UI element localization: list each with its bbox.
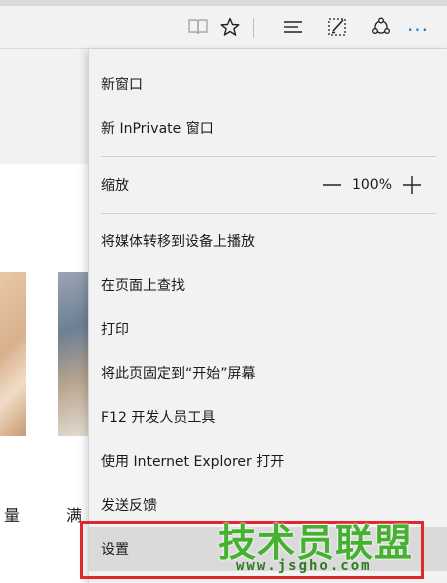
menu-item-label: 新窗口 <box>101 77 143 93</box>
page-thumbnail-image[interactable] <box>0 272 26 436</box>
zoom-control: 100% <box>318 163 426 207</box>
menu-item-find-on-page[interactable]: 在页面上查找 <box>89 263 447 307</box>
hub-icon[interactable] <box>278 12 308 42</box>
favorite-star-icon[interactable] <box>215 12 245 42</box>
menu-item-label: 新 InPrivate 窗口 <box>101 121 214 137</box>
menu-item-label: 将媒体转移到设备上播放 <box>101 234 255 250</box>
share-icon[interactable] <box>366 12 396 42</box>
menu-item-developer-tools[interactable]: F12 开发人员工具 <box>89 395 447 439</box>
menu-item-label: 将此页固定到“开始”屏幕 <box>101 366 256 382</box>
menu-item-label: 发送反馈 <box>101 498 157 514</box>
menu-item-zoom: 缩放 100% <box>89 163 447 207</box>
web-note-icon[interactable] <box>322 12 352 42</box>
menu-item-new-window[interactable]: 新窗口 <box>89 62 447 106</box>
menu-item-label: 使用 Internet Explorer 打开 <box>101 454 285 470</box>
browser-toolbar: ··· <box>0 6 447 49</box>
menu-item-pin-to-start[interactable]: 将此页固定到“开始”屏幕 <box>89 351 447 395</box>
menu-item-print[interactable]: 打印 <box>89 307 447 351</box>
zoom-level-value: 100% <box>351 177 393 193</box>
menu-item-label: 在页面上查找 <box>101 278 185 294</box>
menu-separator <box>101 156 436 157</box>
menu-item-open-with-ie[interactable]: 使用 Internet Explorer 打开 <box>89 439 447 483</box>
zoom-label: 缩放 <box>101 178 129 194</box>
menu-item-cast-media[interactable]: 将媒体转移到设备上播放 <box>89 219 447 263</box>
menu-item-new-inprivate-window[interactable]: 新 InPrivate 窗口 <box>89 106 447 150</box>
toolbar-separator <box>253 18 254 38</box>
menu-item-label: 打印 <box>101 322 129 338</box>
more-actions-button[interactable]: ··· <box>398 12 438 48</box>
more-actions-menu: 新窗口 新 InPrivate 窗口 缩放 100% 将媒体转移到设备上播放 在… <box>88 49 447 583</box>
page-text-fragment: 量 <box>4 506 21 525</box>
menu-item-label: F12 开发人员工具 <box>101 410 216 426</box>
zoom-out-button[interactable] <box>318 171 346 199</box>
zoom-in-button[interactable] <box>398 171 426 199</box>
reading-view-icon[interactable] <box>183 12 213 42</box>
menu-separator <box>101 213 436 214</box>
watermark-url: www.jsgho.com <box>236 558 372 574</box>
